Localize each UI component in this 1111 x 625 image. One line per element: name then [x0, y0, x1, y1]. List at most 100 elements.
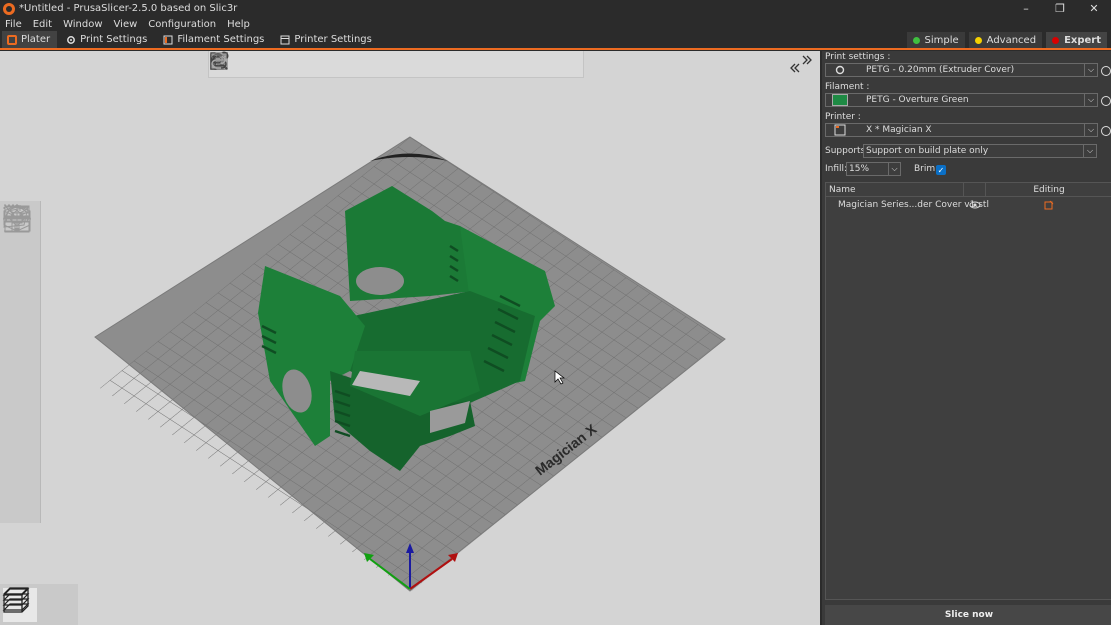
mode-advanced-button[interactable]: Advanced — [968, 32, 1043, 48]
split-parts-button[interactable] — [211, 53, 460, 75]
print-settings-label: Print settings : — [825, 52, 891, 62]
rotate-tool[interactable] — [0, 206, 41, 318]
maximize-button[interactable]: ❐ — [1043, 0, 1077, 17]
gizmo-toolbar — [0, 201, 41, 523]
filament-label: Filament : — [825, 82, 870, 92]
tab-bar: Plater Print Settings Filament Settings … — [0, 31, 1111, 50]
hollow-tool[interactable] — [0, 206, 41, 435]
printer-icon — [834, 124, 846, 136]
prusaslicer-logo-icon — [3, 2, 15, 15]
menu-window[interactable]: Window — [63, 19, 102, 30]
filament-edit-icon[interactable] — [1101, 96, 1111, 106]
printer-combo[interactable]: X * Magician X ⌵ — [825, 123, 1098, 137]
supports-value: Support on build plate only — [866, 146, 989, 156]
cog-icon — [67, 35, 76, 44]
chevron-down-icon: ⌵ — [888, 162, 900, 176]
back-wall-hole — [356, 267, 404, 295]
minimize-button[interactable]: – — [1009, 0, 1043, 17]
mode-switch: Simple Advanced Expert — [906, 32, 1107, 48]
simple-dot-icon — [912, 36, 920, 44]
object-list-header: Name Editing — [826, 183, 1111, 197]
tab-filament-settings-label: Filament Settings — [177, 34, 265, 45]
print-settings-edit-icon[interactable] — [1101, 66, 1111, 76]
mode-advanced-label: Advanced — [986, 34, 1037, 46]
layers-preview-icon — [2, 588, 30, 611]
eye-icon[interactable] — [964, 201, 986, 209]
delete-button[interactable] — [211, 53, 260, 75]
edit-object-icon[interactable] — [986, 200, 1111, 210]
mode-simple-label: Simple — [924, 34, 959, 46]
tab-plater-label: Plater — [21, 34, 51, 45]
chevron-down-icon: ⌵ — [1083, 144, 1096, 158]
close-button[interactable]: ✕ — [1077, 0, 1111, 17]
infill-label: Infill: — [825, 164, 848, 174]
search-button[interactable] — [211, 53, 485, 75]
menu-help[interactable]: Help — [227, 19, 250, 30]
redo-button[interactable] — [211, 53, 560, 75]
menu-view[interactable]: View — [114, 19, 138, 30]
scale-tool[interactable] — [0, 204, 41, 279]
tab-print-settings[interactable]: Print Settings — [61, 31, 154, 48]
menu-file[interactable]: File — [5, 19, 22, 30]
printer-edit-icon[interactable] — [1101, 126, 1111, 136]
filament-value: PETG - Overture Green — [866, 95, 969, 105]
mode-expert-label: Expert — [1064, 34, 1101, 46]
printer-icon — [280, 35, 290, 44]
menu-edit[interactable]: Edit — [33, 19, 52, 30]
menu-configuration[interactable]: Configuration — [148, 19, 216, 30]
window-title: *Untitled - PrusaSlicer-2.5.0 based on S… — [19, 3, 238, 14]
tab-printer-settings[interactable]: Printer Settings — [275, 31, 378, 48]
chevron-down-icon: ⌵ — [1084, 63, 1097, 77]
redo-icon — [211, 55, 228, 69]
mode-simple-button[interactable]: Simple — [906, 32, 965, 48]
filament-combo[interactable]: PETG - Overture Green ⌵ — [825, 93, 1098, 107]
settings-sidebar: Print settings : PETG - 0.20mm (Extruder… — [820, 51, 1111, 625]
split-objects-button[interactable] — [211, 53, 435, 75]
main-toolbar — [208, 51, 584, 78]
support-points-tool[interactable] — [0, 206, 41, 474]
paste-button[interactable] — [212, 52, 360, 75]
delete-all-button[interactable] — [212, 53, 285, 75]
scene-canvas: Magician X — [94, 136, 726, 592]
slice-now-button[interactable]: Slice now — [825, 605, 1111, 625]
brim-label: Brim: — [914, 164, 939, 174]
chevron-down-icon: ⌵ — [1084, 123, 1097, 137]
tab-print-settings-label: Print Settings — [80, 34, 148, 45]
editing-column-header[interactable]: Editing — [986, 183, 1111, 196]
object-list: Name Editing Magician Series...der Cover… — [825, 182, 1111, 600]
tab-plater[interactable]: Plater — [2, 31, 58, 48]
filament-color-swatch — [832, 94, 848, 106]
mode-expert-button[interactable]: Expert — [1046, 32, 1107, 48]
3d-viewport[interactable]: Magician X — [0, 51, 820, 625]
brim-checkbox[interactable]: ✓ — [936, 165, 946, 175]
supports-combo[interactable]: Support on build plate only ⌵ — [863, 144, 1097, 158]
supports-label: Supports: — [825, 146, 869, 156]
remove-instance-button[interactable] — [211, 53, 410, 75]
window-controls: – ❐ ✕ — [1009, 0, 1111, 17]
tab-printer-settings-label: Printer Settings — [294, 34, 372, 45]
preview-button[interactable] — [2, 588, 74, 622]
add-instance-button[interactable] — [211, 53, 385, 75]
cut-tool[interactable] — [0, 205, 41, 396]
place-on-face-tool[interactable] — [0, 206, 41, 357]
infill-combo[interactable]: 15% ⌵ — [846, 162, 901, 176]
advanced-dot-icon — [974, 36, 982, 44]
plater-icon — [7, 34, 17, 45]
layers-button[interactable] — [212, 53, 510, 75]
cube-icon — [3, 204, 31, 232]
title-bar: *Untitled - PrusaSlicer-2.5.0 based on S… — [0, 0, 1111, 17]
double-chevron-icon — [790, 55, 812, 73]
view-cube-tool[interactable] — [0, 204, 41, 513]
collapse-sidebar-button[interactable] — [789, 53, 817, 77]
copy-button[interactable] — [211, 53, 335, 75]
infill-value: 15% — [849, 164, 870, 174]
chevron-down-icon: ⌵ — [1084, 93, 1097, 107]
arrange-button[interactable] — [210, 52, 310, 75]
print-settings-combo[interactable]: PETG - 0.20mm (Extruder Cover) ⌵ — [825, 63, 1098, 77]
tab-filament-settings[interactable]: Filament Settings — [158, 31, 271, 48]
visibility-column-header — [964, 183, 986, 196]
cog-icon — [835, 65, 845, 75]
list-item[interactable]: Magician Series...der Cover v1.stl — [826, 197, 1111, 212]
undo-button[interactable] — [210, 53, 535, 75]
name-column-header[interactable]: Name — [826, 183, 964, 196]
